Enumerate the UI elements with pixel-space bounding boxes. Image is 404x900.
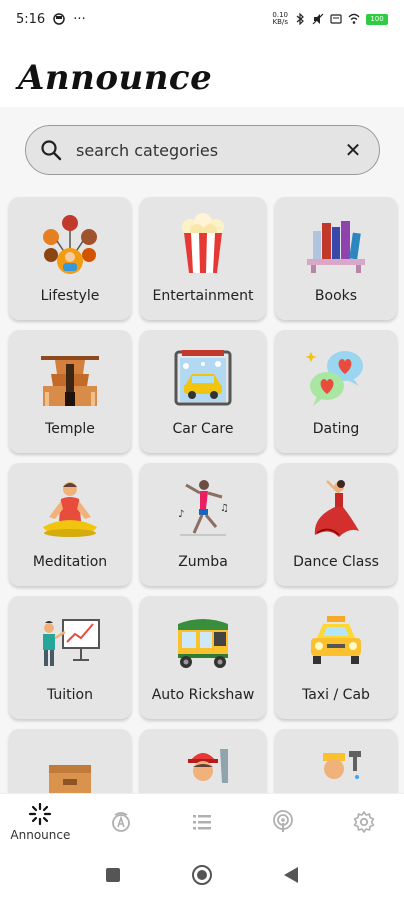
category-card-tuition[interactable]: Tuition — [9, 596, 131, 719]
battery-icon: 100 — [366, 13, 388, 25]
search-input[interactable] — [76, 140, 341, 160]
category-label: Taxi / Cab — [302, 687, 370, 703]
page-title: Announce — [18, 58, 213, 98]
autorickshaw-badge-icon — [112, 812, 131, 832]
nav-announce[interactable]: Announce — [0, 794, 81, 850]
taxi-icon — [311, 616, 361, 664]
category-label: Auto Rickshaw — [151, 687, 255, 703]
nav-list[interactable] — [162, 794, 243, 850]
category-label: Tuition — [46, 687, 93, 703]
category-label: Zumba — [178, 554, 228, 570]
search-icon — [41, 140, 62, 161]
bottom-nav: Announce — [0, 793, 404, 850]
books-icon — [307, 221, 365, 273]
status-bar: 5:16 ··· 0.10 KB/s 100 — [0, 0, 404, 38]
car-wash-icon — [174, 350, 232, 406]
category-card-lifestyle[interactable]: Lifestyle — [9, 197, 131, 320]
category-label: Car Care — [172, 421, 234, 437]
network-speed: 0.10 KB/s — [272, 11, 288, 26]
search-bar[interactable]: ✕ — [25, 125, 380, 175]
box-icon — [49, 765, 91, 793]
category-label: Lifestyle — [40, 288, 100, 304]
category-label: Meditation — [32, 554, 108, 570]
list-icon — [192, 815, 211, 830]
nav-announce-label: Announce — [10, 828, 71, 842]
category-grid: Lifestyle Entertainment Books Temple Car… — [9, 197, 397, 793]
auto-rickshaw-icon — [178, 619, 228, 668]
svg-text:♫: ♫ — [220, 503, 229, 514]
bluetooth-icon — [296, 13, 304, 25]
category-label: Temple — [45, 421, 95, 437]
lifestyle-icon — [43, 215, 97, 274]
category-label: Books — [314, 288, 358, 304]
temple-icon — [41, 356, 99, 406]
category-card-meditation[interactable]: Meditation — [9, 463, 131, 586]
worker-saw-icon — [188, 749, 228, 783]
popcorn-icon — [182, 213, 224, 273]
category-label: Dance Class — [293, 554, 379, 570]
category-card-plumber[interactable] — [275, 729, 397, 793]
category-card-taxi[interactable]: Taxi / Cab — [275, 596, 397, 719]
category-card-temple[interactable]: Temple — [9, 330, 131, 453]
category-label: Entertainment — [152, 288, 254, 304]
back-icon[interactable] — [283, 866, 299, 884]
hearts-chat-icon — [305, 351, 363, 406]
app-notification-icon — [53, 13, 65, 25]
nav-settings[interactable] — [323, 794, 404, 850]
category-card-books[interactable]: Books — [275, 197, 397, 320]
status-time: 5:16 — [16, 11, 46, 27]
announce-icon — [29, 802, 52, 826]
mute-icon — [312, 13, 324, 25]
category-card-entertainment[interactable]: Entertainment — [140, 197, 266, 320]
main-content[interactable]: ✕ Lifestyle Entertainment — [0, 107, 404, 793]
category-label: Dating — [312, 421, 360, 437]
nav-podcast[interactable] — [242, 794, 323, 850]
svg-text:♪: ♪ — [178, 509, 184, 520]
sim-icon — [330, 14, 342, 24]
category-card-dating[interactable]: Dating — [275, 330, 397, 453]
gear-icon — [353, 811, 374, 833]
category-card-worker[interactable] — [140, 729, 266, 793]
category-card-dance-class[interactable]: Dance Class — [275, 463, 397, 586]
system-nav-bar — [0, 850, 404, 900]
zumba-dancer-icon: ♪♫ — [178, 480, 229, 536]
clear-search-icon[interactable]: ✕ — [341, 138, 365, 162]
category-card-car-care[interactable]: Car Care — [140, 330, 266, 453]
app-header: Announce — [18, 50, 212, 106]
category-card-box[interactable] — [9, 729, 131, 793]
category-card-auto-rickshaw[interactable]: Auto Rickshaw — [140, 596, 266, 719]
home-icon[interactable] — [191, 864, 213, 886]
recent-apps-icon[interactable] — [105, 867, 121, 883]
nav-second[interactable] — [81, 794, 162, 850]
meditation-icon — [43, 482, 97, 537]
flamenco-dancer-icon — [314, 480, 359, 537]
teacher-board-icon — [43, 619, 100, 666]
status-more-dots: ··· — [73, 11, 86, 27]
plumber-icon — [323, 751, 361, 779]
podcast-icon — [272, 810, 293, 832]
wifi-icon — [348, 13, 360, 24]
category-card-zumba[interactable]: ♪ ♫ Zumba — [140, 463, 266, 586]
